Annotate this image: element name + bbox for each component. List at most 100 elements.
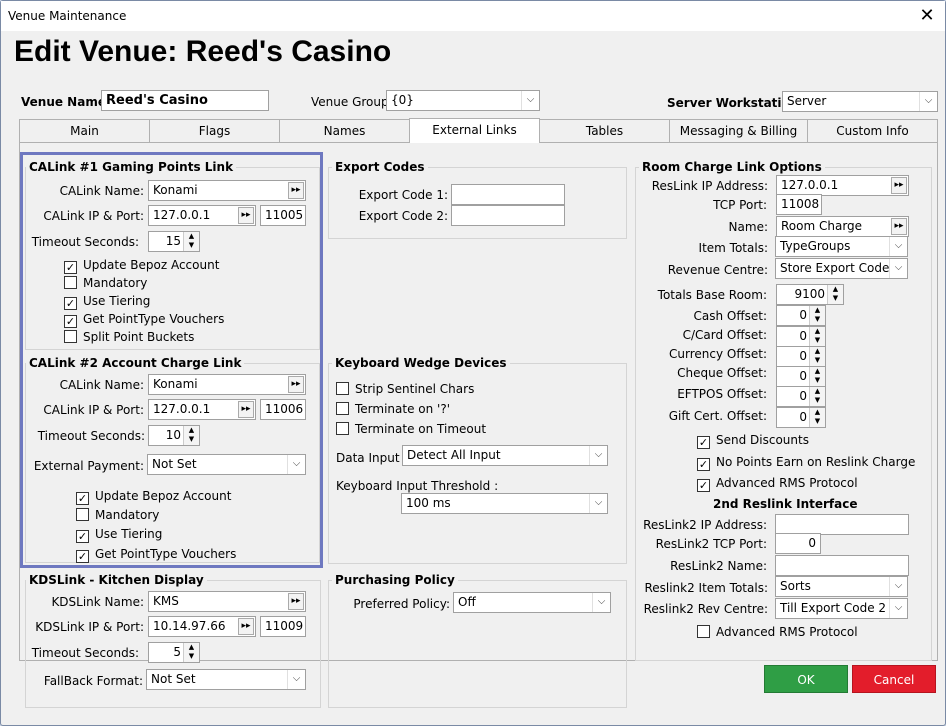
eftpos-offset-spinner[interactable]: 0 ▲ ▼ bbox=[776, 386, 826, 407]
room-check-no-points[interactable]: ✓ No Points Earn on Reslink Charge bbox=[697, 455, 915, 471]
calink2-check-update-bepoz[interactable]: ✓ Update Bepoz Account bbox=[76, 489, 231, 505]
chevron-down-icon[interactable]: ⌵ bbox=[919, 92, 937, 111]
reslink2-ip-input[interactable] bbox=[775, 514, 909, 535]
calink1-check-use-tiering[interactable]: ✓ Use Tiering bbox=[64, 294, 150, 310]
spin-icon[interactable]: ▲ ▼ bbox=[809, 367, 825, 386]
cash-offset-spinner[interactable]: 0 ▲ ▼ bbox=[776, 305, 826, 326]
calink2-check-mandatory[interactable]: Mandatory bbox=[76, 508, 159, 522]
checkbox-icon[interactable] bbox=[64, 276, 77, 289]
wedge-check-terminate-question[interactable]: Terminate on '?' bbox=[336, 402, 450, 416]
calink1-port-input[interactable]: 11005 bbox=[260, 205, 306, 226]
data-input-select[interactable]: Detect All Input ⌵ bbox=[402, 445, 608, 466]
browse-icon[interactable]: ▸▸ bbox=[288, 376, 304, 393]
chevron-down-icon[interactable]: ⌵ bbox=[889, 577, 907, 596]
checkbox-icon[interactable]: ✓ bbox=[64, 297, 77, 310]
reslink2-tcp-input[interactable]: 0 bbox=[775, 533, 821, 554]
tab-main[interactable]: Main bbox=[19, 119, 150, 143]
close-icon[interactable]: ✕ bbox=[915, 4, 939, 28]
room-name-input[interactable]: Room Charge ▸▸ bbox=[776, 216, 909, 237]
chevron-down-icon[interactable]: ⌵ bbox=[889, 599, 907, 618]
kds-port-input[interactable]: 11009 bbox=[260, 616, 306, 637]
ccard-offset-spinner[interactable]: 0 ▲ ▼ bbox=[776, 326, 826, 347]
gift-cert-offset-spinner[interactable]: 0 ▲ ▼ bbox=[776, 407, 826, 428]
calink1-check-split-buckets[interactable]: Split Point Buckets bbox=[64, 330, 194, 344]
checkbox-icon[interactable] bbox=[336, 382, 349, 395]
checkbox-icon[interactable] bbox=[336, 422, 349, 435]
calink2-check-pointtype-vouchers[interactable]: ✓ Get PointType Vouchers bbox=[76, 547, 236, 563]
room-check-send-discounts[interactable]: ✓ Send Discounts bbox=[697, 433, 809, 449]
room-check-advanced-rms[interactable]: ✓ Advanced RMS Protocol bbox=[697, 476, 858, 492]
chevron-down-icon[interactable]: ⌵ bbox=[592, 593, 610, 612]
tab-custom-info[interactable]: Custom Info bbox=[807, 119, 938, 143]
spin-icon[interactable]: ▲ ▼ bbox=[809, 306, 825, 325]
browse-icon[interactable]: ▸▸ bbox=[238, 401, 254, 418]
checkbox-icon[interactable]: ✓ bbox=[76, 530, 89, 543]
spin-icon[interactable]: ▲ ▼ bbox=[809, 347, 825, 366]
tab-tables[interactable]: Tables bbox=[539, 119, 670, 143]
venue-name-input[interactable]: Reed's Casino bbox=[101, 90, 269, 111]
spin-icon[interactable]: ▲ ▼ bbox=[183, 426, 199, 445]
reslink2-name-input[interactable] bbox=[775, 555, 909, 576]
chevron-down-icon[interactable]: ⌵ bbox=[589, 446, 607, 465]
calink1-check-update-bepoz[interactable]: ✓ Update Bepoz Account bbox=[64, 258, 219, 274]
kds-ip-input[interactable]: 10.14.97.66 ▸▸ bbox=[148, 616, 256, 637]
base-room-spinner[interactable]: 9100 ▲ ▼ bbox=[776, 284, 844, 305]
revenue-centre-select[interactable]: Store Export Code 1 ⌵ bbox=[775, 258, 908, 279]
calink1-check-mandatory[interactable]: Mandatory bbox=[64, 276, 147, 290]
calink2-timeout-spinner[interactable]: 10 ▲ ▼ bbox=[148, 425, 200, 446]
kds-fallback-select[interactable]: Not Set ⌵ bbox=[146, 669, 306, 690]
calink2-ip-input[interactable]: 127.0.0.1 ▸▸ bbox=[148, 399, 256, 420]
tab-flags[interactable]: Flags bbox=[149, 119, 280, 143]
tab-messaging-billing[interactable]: Messaging & Billing bbox=[669, 119, 808, 143]
venue-group-select[interactable]: {0} ⌵ bbox=[386, 90, 540, 111]
spin-icon[interactable]: ▲ ▼ bbox=[809, 408, 825, 427]
chevron-down-icon[interactable]: ⌵ bbox=[589, 494, 607, 513]
checkbox-icon[interactable]: ✓ bbox=[697, 458, 710, 471]
kds-timeout-spinner[interactable]: 5 ▲ ▼ bbox=[148, 642, 200, 663]
calink1-timeout-spinner[interactable]: 15 ▲ ▼ bbox=[148, 231, 200, 252]
checkbox-icon[interactable]: ✓ bbox=[64, 261, 77, 274]
threshold-select[interactable]: 100 ms ⌵ bbox=[401, 493, 608, 514]
checkbox-icon[interactable] bbox=[336, 402, 349, 415]
tab-names[interactable]: Names bbox=[279, 119, 410, 143]
reslink-ip-input[interactable]: 127.0.0.1 ▸▸ bbox=[776, 175, 909, 196]
calink1-ip-input[interactable]: 127.0.0.1 ▸▸ bbox=[148, 205, 256, 226]
spin-icon[interactable]: ▲ ▼ bbox=[183, 643, 199, 662]
export-code2-input[interactable] bbox=[451, 205, 565, 226]
calink2-port-input[interactable]: 11006 bbox=[260, 399, 306, 420]
checkbox-icon[interactable]: ✓ bbox=[64, 315, 77, 328]
checkbox-icon[interactable] bbox=[64, 330, 77, 343]
checkbox-icon[interactable]: ✓ bbox=[76, 550, 89, 563]
spin-icon[interactable]: ▲ ▼ bbox=[809, 387, 825, 406]
calink1-check-pointtype-vouchers[interactable]: ✓ Get PointType Vouchers bbox=[64, 312, 224, 328]
reslink2-item-totals-select[interactable]: Sorts ⌵ bbox=[775, 576, 908, 597]
checkbox-icon[interactable] bbox=[76, 508, 89, 521]
chevron-down-icon[interactable]: ⌵ bbox=[889, 237, 907, 256]
chevron-down-icon[interactable]: ⌵ bbox=[287, 670, 305, 689]
item-totals-select[interactable]: TypeGroups ⌵ bbox=[775, 236, 908, 257]
server-workstation-select[interactable]: Server ⌵ bbox=[782, 91, 938, 112]
checkbox-icon[interactable] bbox=[697, 625, 710, 638]
policy-select[interactable]: Off ⌵ bbox=[453, 592, 611, 613]
currency-offset-spinner[interactable]: 0 ▲ ▼ bbox=[776, 346, 826, 367]
wedge-check-strip-sentinel[interactable]: Strip Sentinel Chars bbox=[336, 382, 474, 396]
cancel-button[interactable]: Cancel bbox=[852, 665, 936, 693]
calink2-name-input[interactable]: Konami ▸▸ bbox=[148, 374, 306, 395]
browse-icon[interactable]: ▸▸ bbox=[288, 182, 304, 199]
checkbox-icon[interactable]: ✓ bbox=[697, 479, 710, 492]
browse-icon[interactable]: ▸▸ bbox=[238, 207, 254, 224]
chevron-down-icon[interactable]: ⌵ bbox=[889, 259, 907, 278]
spin-icon[interactable]: ▲ ▼ bbox=[827, 285, 843, 304]
calink2-check-use-tiering[interactable]: ✓ Use Tiering bbox=[76, 527, 162, 543]
wedge-check-terminate-timeout[interactable]: Terminate on Timeout bbox=[336, 422, 486, 436]
chevron-down-icon[interactable]: ⌵ bbox=[521, 91, 539, 110]
cheque-offset-spinner[interactable]: 0 ▲ ▼ bbox=[776, 366, 826, 387]
browse-icon[interactable]: ▸▸ bbox=[288, 593, 304, 610]
tab-external-links[interactable]: External Links bbox=[409, 118, 540, 144]
browse-icon[interactable]: ▸▸ bbox=[891, 177, 907, 194]
checkbox-icon[interactable]: ✓ bbox=[697, 436, 710, 449]
spin-icon[interactable]: ▲ ▼ bbox=[183, 232, 199, 251]
checkbox-icon[interactable]: ✓ bbox=[76, 492, 89, 505]
chevron-down-icon[interactable]: ⌵ bbox=[287, 455, 305, 474]
browse-icon[interactable]: ▸▸ bbox=[238, 618, 254, 635]
